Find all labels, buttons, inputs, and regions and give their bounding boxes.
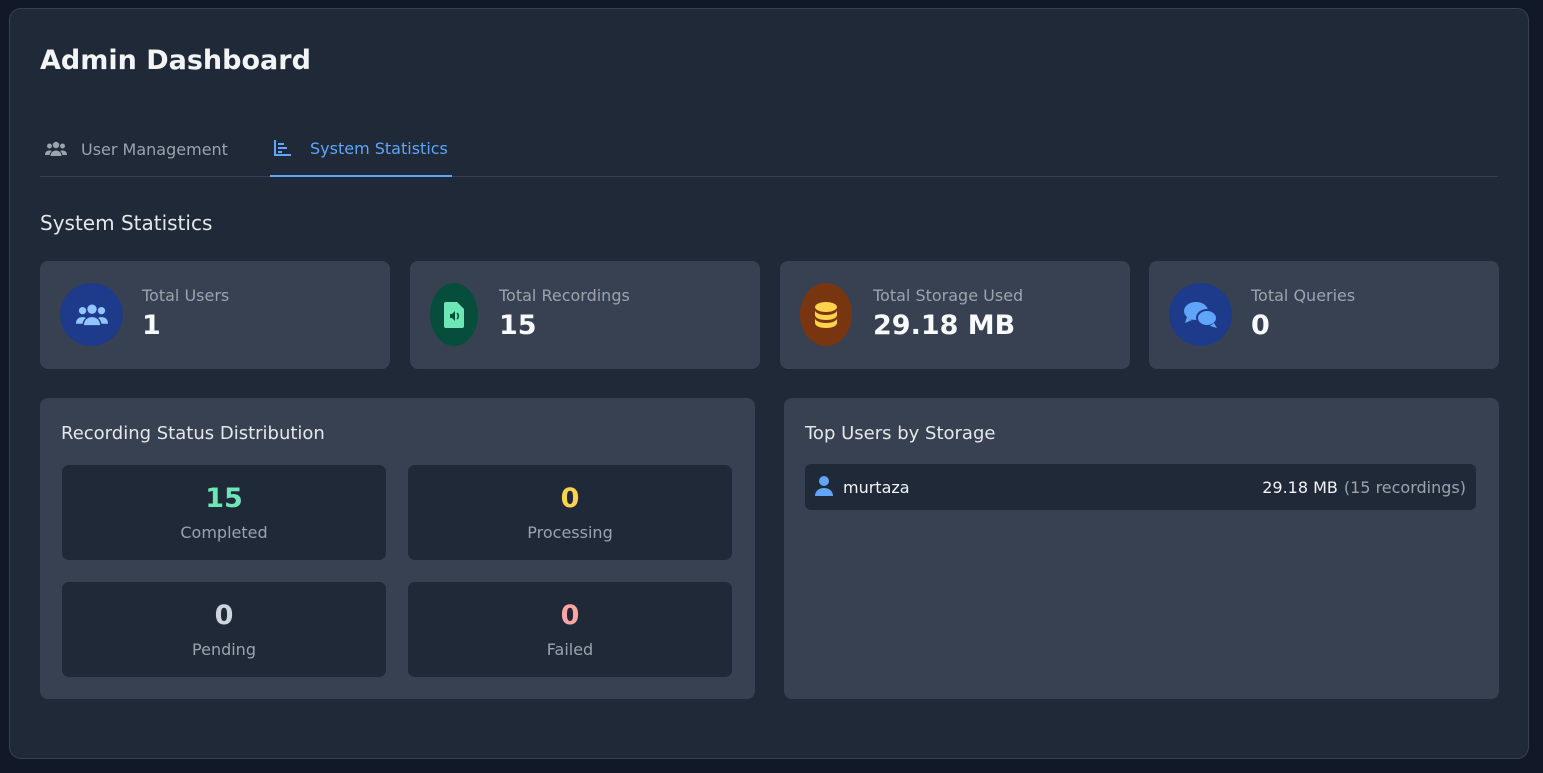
page-title: Admin Dashboard — [40, 45, 311, 76]
user-storage: 29.18 MB — [1262, 478, 1338, 497]
users-icon — [45, 140, 67, 158]
user-icon — [815, 476, 833, 500]
list-item[interactable]: murtaza 29.18 MB (15 recordings) — [805, 464, 1476, 510]
stat-label: Total Queries — [1251, 286, 1356, 305]
section-title: System Statistics — [40, 211, 213, 235]
users-icon — [60, 283, 123, 346]
comments-icon — [1169, 283, 1232, 346]
user-name: murtaza — [843, 478, 910, 497]
status-card-pending: 0 Pending — [62, 582, 386, 677]
tab-label: System Statistics — [310, 138, 448, 158]
status-label: Completed — [180, 523, 268, 542]
stat-label: Total Recordings — [499, 286, 630, 305]
panel-title: Top Users by Storage — [805, 423, 996, 444]
stat-value: 1 — [142, 310, 161, 341]
database-icon — [800, 283, 852, 346]
bar-chart-icon — [274, 139, 296, 157]
stat-label: Total Users — [142, 286, 230, 305]
tab-bar: User Management System Statistics — [40, 121, 1498, 177]
status-card-processing: 0 Processing — [408, 465, 732, 560]
stat-value: 15 — [499, 310, 537, 341]
admin-dashboard-panel: Admin Dashboard User Management System S… — [9, 8, 1529, 759]
tab-system-statistics[interactable]: System Statistics — [270, 121, 452, 177]
stat-card-total-storage: Total Storage Used 29.18 MB — [780, 261, 1130, 369]
tab-user-management[interactable]: User Management — [45, 121, 228, 177]
status-value: 0 — [560, 483, 580, 514]
status-label: Processing — [527, 523, 613, 542]
audio-file-icon — [430, 283, 478, 346]
status-label: Pending — [192, 640, 256, 659]
stat-value: 0 — [1251, 310, 1270, 341]
status-card-failed: 0 Failed — [408, 582, 732, 677]
status-card-completed: 15 Completed — [62, 465, 386, 560]
status-value: 0 — [560, 600, 580, 631]
status-value: 15 — [205, 483, 243, 514]
top-users-panel: Top Users by Storage murtaza 29.18 MB (15… — [784, 398, 1499, 699]
stat-value: 29.18 MB — [873, 310, 1016, 341]
stat-card-total-recordings: Total Recordings 15 — [410, 261, 760, 369]
tab-label: User Management — [81, 139, 228, 159]
stat-card-total-queries: Total Queries 0 — [1149, 261, 1499, 369]
recording-status-panel: Recording Status Distribution 15 Complet… — [40, 398, 755, 699]
stat-card-total-users: Total Users 1 — [40, 261, 390, 369]
user-recordings-count: (15 recordings) — [1343, 478, 1466, 497]
panel-title: Recording Status Distribution — [61, 423, 325, 444]
status-label: Failed — [546, 640, 594, 659]
stat-label: Total Storage Used — [873, 286, 1024, 305]
status-value: 0 — [214, 600, 234, 631]
user-storage-info: 29.18 MB (15 recordings) — [1262, 478, 1466, 497]
